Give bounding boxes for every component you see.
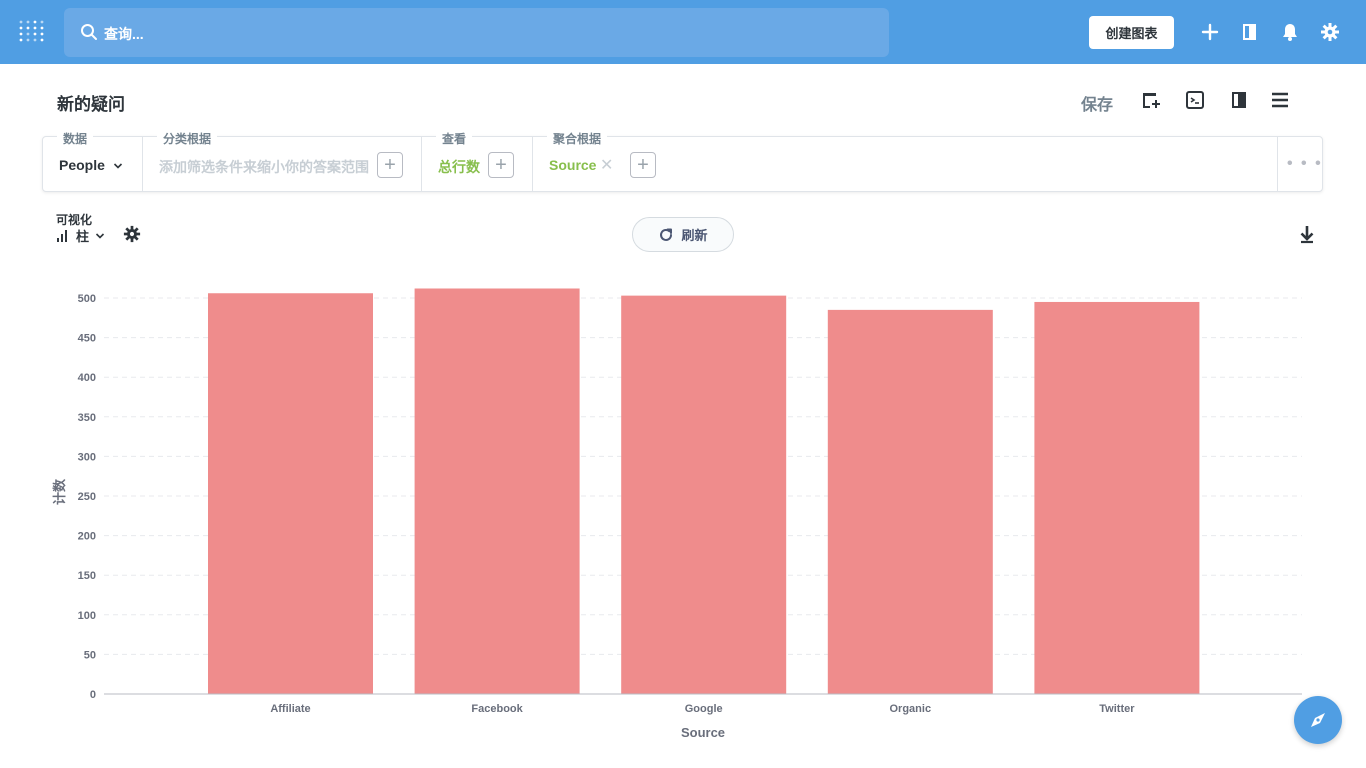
x-tick-label: Organic (890, 703, 932, 715)
group-section-label: 聚合根据 (547, 130, 608, 147)
builder-divider (532, 136, 533, 192)
search-bar[interactable]: 查询... (64, 8, 889, 57)
bar-facebook[interactable] (414, 288, 580, 694)
y-tick-label: 500 (78, 293, 96, 305)
page-title: 新的疑问 (57, 95, 125, 114)
sql-editor-icon[interactable] (1185, 90, 1205, 110)
add-breakout-button[interactable]: + (630, 152, 656, 178)
chevron-down-icon (113, 163, 122, 169)
filter-section-label: 分类根据 (157, 130, 218, 147)
x-tick-label: Google (685, 703, 723, 715)
y-tick-label: 250 (78, 491, 96, 503)
filter-placeholder[interactable]: 添加筛选条件来缩小你的答案范围 (159, 157, 369, 177)
data-section-label: 数据 (57, 130, 94, 147)
refresh-label: 刷新 (681, 228, 708, 243)
builder-divider (421, 136, 422, 192)
metabase-logo-icon[interactable] (18, 16, 46, 48)
y-tick-label: 50 (84, 649, 96, 661)
bell-icon[interactable] (1280, 22, 1300, 42)
search-icon (81, 24, 97, 40)
aggregation-count[interactable]: 总行数 (438, 157, 480, 177)
plus-icon[interactable] (1200, 22, 1220, 42)
y-tick-label: 0 (90, 689, 96, 701)
bar-google[interactable] (621, 295, 787, 694)
y-tick-label: 300 (78, 451, 96, 463)
compass-icon (1311, 713, 1325, 727)
x-axis-title: Source (681, 725, 725, 740)
save-button[interactable]: 保存 (1081, 91, 1113, 115)
y-tick-label: 350 (78, 412, 96, 424)
bar-organic[interactable] (827, 309, 993, 694)
chevron-down-icon (95, 232, 105, 239)
visualization-type-label: 柱 (76, 229, 90, 244)
x-tick-label: Affiliate (270, 703, 310, 715)
data-table-name: People (59, 157, 105, 173)
x-tick-label: Twitter (1099, 703, 1135, 715)
y-tick-label: 150 (78, 570, 96, 582)
visualization-type-select[interactable]: 柱 (56, 226, 105, 245)
bar-chart: 0 50 100 150 200 250 300 350 400 450 500 Affiliate… (52, 288, 1302, 740)
add-to-dashboard-icon[interactable] (1141, 90, 1161, 110)
y-axis-title: 计数 (52, 478, 67, 505)
remove-breakout-icon[interactable]: ✕ (600, 155, 613, 175)
viz-settings-gear-icon[interactable] (123, 225, 141, 243)
collection-icon[interactable] (1240, 22, 1260, 42)
top-navbar: 查询... 创建图表 (0, 0, 1366, 64)
breakout-source[interactable]: Source (549, 157, 596, 173)
bar-affiliate[interactable] (208, 293, 373, 694)
create-chart-button[interactable]: 创建图表 (1089, 16, 1174, 49)
y-tick-label: 450 (78, 333, 96, 345)
refresh-icon (660, 228, 673, 241)
more-options-icon[interactable]: • • • (1287, 155, 1323, 173)
refresh-button[interactable]: 刷新 (632, 217, 734, 252)
x-tick-label: Facebook (471, 703, 523, 715)
download-icon[interactable] (1299, 224, 1315, 244)
builder-divider (1277, 136, 1278, 192)
gear-icon[interactable] (1320, 22, 1340, 42)
y-tick-label: 200 (78, 531, 96, 543)
menu-icon[interactable] (1270, 90, 1290, 110)
bar-twitter[interactable] (1034, 301, 1200, 694)
view-section-label: 查看 (436, 130, 473, 147)
search-placeholder: 查询... (104, 26, 144, 42)
bar-chart-icon (57, 230, 67, 242)
data-table-select[interactable]: People (59, 157, 123, 173)
add-aggregation-button[interactable]: + (488, 152, 514, 178)
y-tick-label: 400 (78, 372, 96, 384)
explore-compass-button[interactable] (1294, 696, 1342, 744)
y-tick-label: 100 (78, 610, 96, 622)
add-filter-button[interactable]: + (377, 152, 403, 178)
builder-divider (142, 136, 143, 192)
reference-book-icon[interactable] (1229, 90, 1249, 110)
